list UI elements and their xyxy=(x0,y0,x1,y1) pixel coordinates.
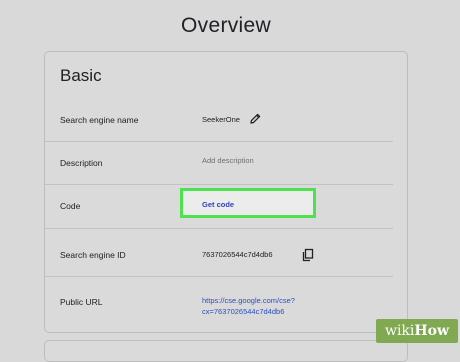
page-title: Overview xyxy=(181,14,271,37)
watermark-suffix: How xyxy=(414,323,450,339)
copy-icon[interactable] xyxy=(301,248,315,262)
pencil-icon[interactable] xyxy=(248,112,262,126)
get-code-highlight-box: Get code xyxy=(180,188,316,218)
row-divider xyxy=(45,184,393,185)
search-engine-id-value: 7637026544c7d4db6 xyxy=(202,250,273,259)
code-label: Code xyxy=(60,201,81,211)
description-label: Description xyxy=(60,158,103,168)
section-title-basic: Basic xyxy=(60,66,102,85)
next-section-card xyxy=(44,340,408,362)
add-description-field[interactable]: Add description xyxy=(202,156,254,165)
wikihow-watermark: wikiHow xyxy=(376,319,458,343)
watermark-prefix: wiki xyxy=(384,323,415,339)
public-url-label: Public URL xyxy=(60,297,103,307)
search-engine-id-label: Search engine ID xyxy=(60,250,126,260)
row-divider xyxy=(45,276,393,277)
get-code-button[interactable]: Get code xyxy=(202,200,234,209)
public-url-link[interactable]: https://cse.google.com/cse? cx=763702654… xyxy=(202,295,295,317)
row-divider xyxy=(45,141,393,142)
public-url-line-1: https://cse.google.com/cse? xyxy=(202,296,295,305)
search-engine-name-value: SeekerOne xyxy=(202,115,240,124)
row-divider xyxy=(45,228,393,229)
public-url-line-2: cx=7637026544c7d4db6 xyxy=(202,307,285,316)
search-engine-name-label: Search engine name xyxy=(60,115,139,125)
